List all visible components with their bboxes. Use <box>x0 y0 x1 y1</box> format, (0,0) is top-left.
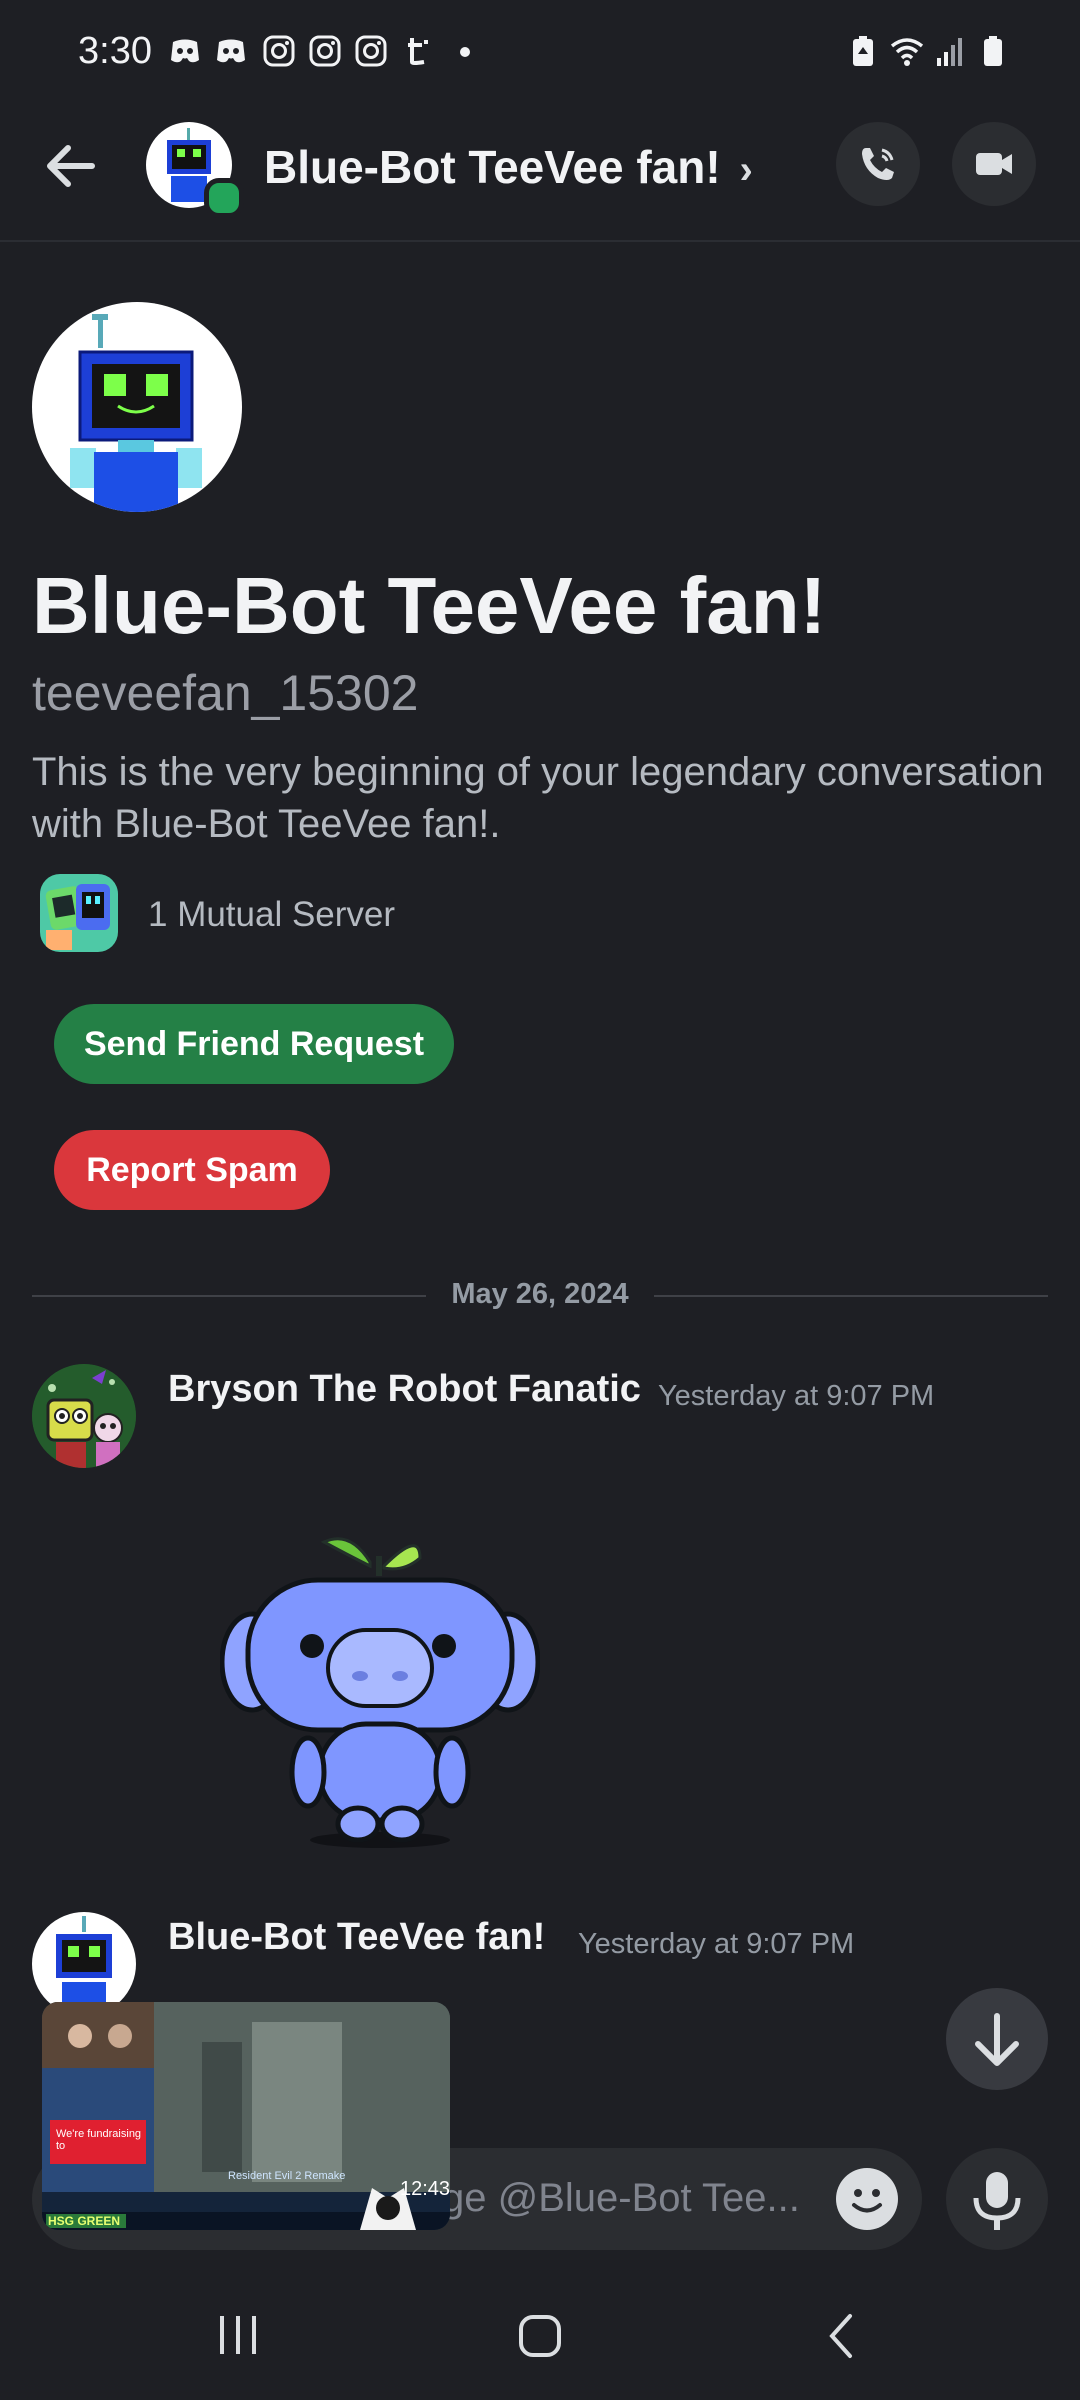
dot-icon <box>460 47 470 57</box>
mic-icon <box>973 2172 1021 2230</box>
picture-in-picture-video[interactable]: Resident Evil 2 Remake We're fundraising… <box>42 2002 450 2230</box>
message-timestamp: Yesterday at 9:07 PM <box>578 1928 855 1960</box>
emoji-icon[interactable] <box>836 2168 898 2230</box>
wumpus-sticker[interactable] <box>219 1510 541 1850</box>
status-time: 3:30 <box>78 30 152 72</box>
voice-message-button[interactable] <box>946 2148 1048 2250</box>
pip-ticker: HSG GREEN <box>48 2214 121 2228</box>
threads-icon <box>402 34 436 68</box>
jump-to-present-button[interactable] <box>946 1988 1048 2090</box>
pip-banner: We're fundraising to <box>56 2128 142 2152</box>
divider-line-right <box>654 1295 1048 1297</box>
send-friend-request-button[interactable]: Send Friend Request <box>54 1004 454 1084</box>
call-button[interactable] <box>836 122 920 206</box>
report-spam-button[interactable]: Report Spam <box>54 1130 330 1210</box>
instagram-icon <box>308 34 342 68</box>
message-author-avatar[interactable] <box>32 1364 136 1468</box>
message-author-name[interactable]: Blue-Bot TeeVee fan! <box>168 1916 545 1959</box>
video-icon <box>976 153 1012 175</box>
back-nav-icon[interactable] <box>822 2312 862 2360</box>
back-arrow-icon[interactable] <box>40 136 100 196</box>
pip-caption: Resident Evil 2 Remake <box>228 2170 346 2182</box>
discord-icon <box>168 34 202 68</box>
date-divider: May 26, 2024 <box>451 1278 629 1310</box>
video-call-button[interactable] <box>952 122 1036 206</box>
profile-display-name: Blue-Bot TeeVee fan! <box>32 561 827 650</box>
status-bar: 3:30 <box>0 0 1080 110</box>
mutual-servers-label[interactable]: 1 Mutual Server <box>148 895 395 935</box>
arrow-down-icon <box>975 2013 1019 2066</box>
message-timestamp: Yesterday at 9:07 PM <box>658 1380 935 1412</box>
recent-apps-icon[interactable] <box>216 2314 260 2356</box>
instagram-icon <box>262 34 296 68</box>
instagram-icon <box>354 34 388 68</box>
pip-clock: 12:43 <box>400 2178 450 2200</box>
battery-saver-icon <box>846 34 880 68</box>
home-icon[interactable] <box>518 2314 562 2358</box>
message-input-placeholder[interactable]: ge @Blue-Bot Tee... <box>442 2176 800 2221</box>
discord-icon <box>214 34 248 68</box>
header-title[interactable]: Blue-Bot TeeVee fan! › <box>264 140 753 194</box>
wifi-icon <box>890 34 924 68</box>
chevron-right-icon: › <box>739 148 753 192</box>
signal-icon <box>934 34 968 68</box>
message-author-avatar[interactable] <box>32 1912 136 2016</box>
online-status-indicator <box>204 178 244 218</box>
conversation-intro-text: This is the very beginning of your legen… <box>32 750 1044 846</box>
header-title-text: Blue-Bot TeeVee fan! <box>264 141 721 193</box>
profile-avatar[interactable] <box>32 302 242 512</box>
message-author-name[interactable]: Bryson The Robot Fanatic <box>168 1368 641 1411</box>
divider-line-left <box>32 1295 426 1297</box>
call-icon <box>862 148 894 180</box>
battery-icon <box>976 34 1010 68</box>
profile-username: teeveefan_15302 <box>32 665 419 721</box>
mutual-server-icon[interactable] <box>40 874 118 952</box>
